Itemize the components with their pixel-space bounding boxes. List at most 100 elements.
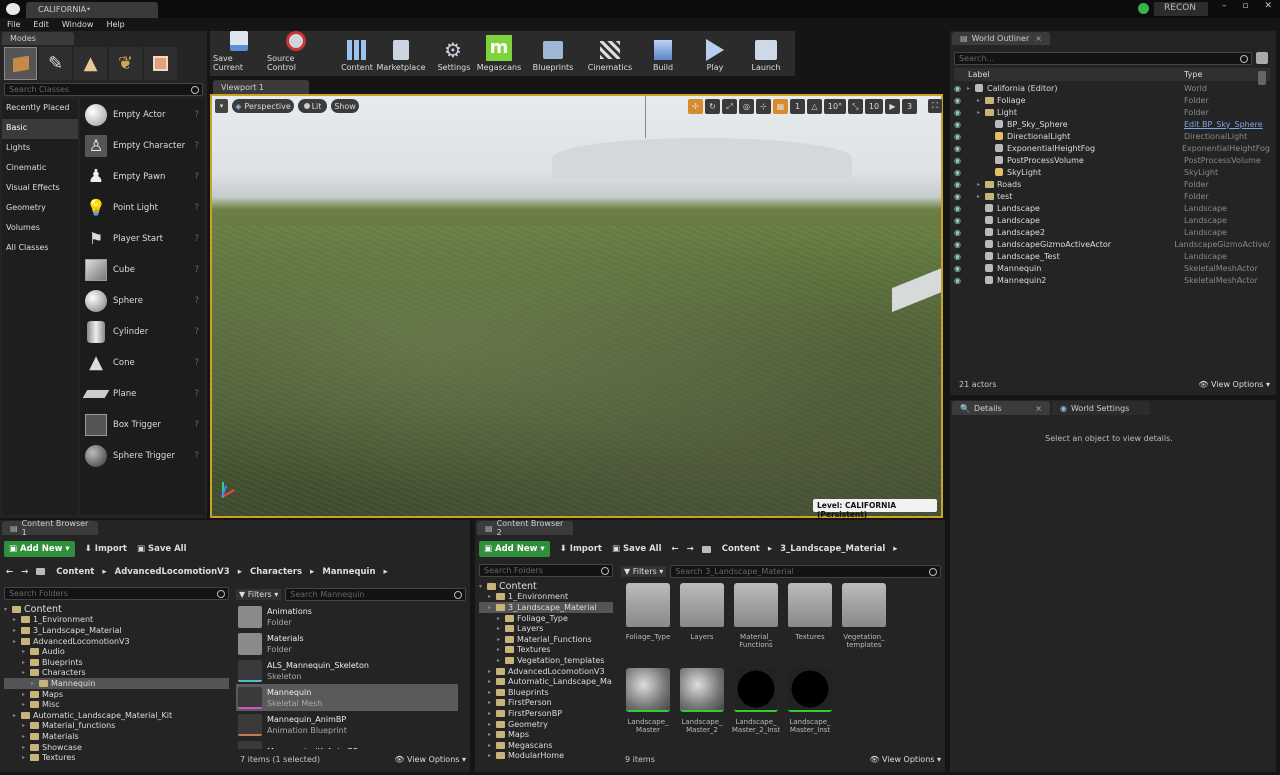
- path-segment[interactable]: AdvancedLocomotionV3: [115, 567, 230, 577]
- asset-tile[interactable]: Layers: [675, 581, 729, 666]
- paint-mode-icon[interactable]: ✎: [39, 47, 72, 80]
- asset-list-item[interactable]: ALS_Mannequin_Skeleton Skeleton: [236, 657, 458, 684]
- blueprints-button[interactable]: Blueprints: [529, 41, 577, 72]
- cb1-view-options[interactable]: 👁 View Options ▾: [394, 755, 466, 764]
- back-icon[interactable]: ←: [672, 544, 679, 554]
- folder-tree-item[interactable]: ▸ FirstPerson: [479, 698, 613, 709]
- expand-arrow-icon[interactable]: ▸: [13, 616, 21, 623]
- expand-arrow-icon[interactable]: ▸: [497, 657, 505, 664]
- content-button[interactable]: Content: [339, 40, 375, 72]
- asset-tile[interactable]: Textures: [783, 581, 837, 666]
- folder-tree-item[interactable]: ▾ Content: [479, 581, 613, 592]
- expand-arrow-icon[interactable]: ▸: [22, 669, 30, 676]
- save-all-button[interactable]: ▣ Save All: [612, 544, 662, 554]
- add-new-button[interactable]: ▣ Add New ▾: [4, 541, 75, 557]
- outliner-row[interactable]: ◉ DirectionalLight DirectionalLight: [954, 130, 1270, 142]
- menu-edit[interactable]: Edit: [33, 20, 49, 29]
- grid-size-value[interactable]: 1: [790, 99, 805, 114]
- marketplace-button[interactable]: Marketplace: [376, 40, 426, 72]
- place-item-player-start[interactable]: ⚑ Player Start?: [80, 223, 205, 254]
- category-visual-effects[interactable]: Visual Effects: [2, 179, 78, 199]
- visibility-eye-icon[interactable]: ◉: [954, 192, 963, 201]
- add-new-button[interactable]: ▣ Add New ▾: [479, 541, 550, 557]
- expand-arrow-icon[interactable]: ▸: [13, 627, 21, 634]
- visibility-eye-icon[interactable]: ◉: [954, 96, 963, 105]
- close-icon[interactable]: ✕: [1264, 1, 1272, 11]
- folder-tree-item[interactable]: ▸ Vegetation_templates: [479, 655, 613, 666]
- outliner-row[interactable]: ◉ Landscape Landscape: [954, 214, 1270, 226]
- expand-arrow-icon[interactable]: ▸: [497, 625, 505, 632]
- place-item-empty-character[interactable]: ♙ Empty Character?: [80, 130, 205, 161]
- build-button[interactable]: Build: [643, 40, 683, 72]
- scale-snap-value[interactable]: 10: [865, 99, 883, 114]
- help-icon[interactable]: ?: [194, 234, 199, 244]
- expand-arrow-icon[interactable]: ▸: [977, 109, 985, 116]
- outliner-row[interactable]: ◉ ▸ California (Editor) World: [954, 82, 1270, 94]
- help-icon[interactable]: ?: [194, 203, 199, 213]
- outliner-scrollbar[interactable]: [1258, 71, 1266, 85]
- help-icon[interactable]: ?: [194, 420, 199, 430]
- folder-tree-item[interactable]: ▸ Megascans: [479, 740, 613, 751]
- help-icon[interactable]: ?: [194, 389, 199, 399]
- world-settings-tab[interactable]: ◉ World Settings: [1052, 401, 1150, 415]
- visibility-eye-icon[interactable]: ◉: [954, 216, 963, 225]
- path-segment[interactable]: 3_Landscape_Material: [780, 544, 885, 554]
- expand-arrow-icon[interactable]: ▸: [22, 659, 30, 666]
- close-tab-icon[interactable]: ×: [1035, 34, 1042, 43]
- visibility-eye-icon[interactable]: ◉: [954, 264, 963, 273]
- cinematics-button[interactable]: Cinematics: [585, 41, 635, 72]
- outliner-row[interactable]: ◉ ExponentialHeightFog ExponentialHeightFo…: [954, 142, 1270, 154]
- launch-button[interactable]: Launch: [745, 40, 787, 72]
- folder-tree-item[interactable]: ▸ Audio: [4, 646, 229, 657]
- cb1-search-folders[interactable]: Search Folders: [4, 587, 229, 600]
- asset-tile[interactable]: Landscape_ Master_Inst: [783, 666, 837, 751]
- forward-icon[interactable]: →: [687, 544, 694, 554]
- foliage-mode-icon[interactable]: ❦: [109, 47, 142, 80]
- outliner-row[interactable]: ◉ ▸ Light Folder: [954, 106, 1270, 118]
- rotation-snap-value[interactable]: 10°: [824, 99, 846, 114]
- visibility-eye-icon[interactable]: ◉: [954, 180, 963, 189]
- category-all-classes[interactable]: All Classes: [2, 239, 78, 259]
- folder-tree-item[interactable]: ▸ FirstPersonBP: [479, 708, 613, 719]
- help-icon[interactable]: ?: [194, 327, 199, 337]
- expand-arrow-icon[interactable]: ▸: [13, 638, 21, 645]
- source-control-button[interactable]: Source Control: [267, 31, 325, 72]
- expand-arrow-icon[interactable]: ▾: [4, 606, 12, 613]
- expand-arrow-icon[interactable]: ▸: [497, 615, 505, 622]
- outliner-row[interactable]: ◉ PostProcessVolume PostProcessVolume: [954, 154, 1270, 166]
- outliner-row[interactable]: ◉ ▸ Foliage Folder: [954, 94, 1270, 106]
- expand-arrow-icon[interactable]: ▸: [22, 701, 30, 708]
- scale-icon[interactable]: ⤢: [722, 99, 737, 114]
- settings-button[interactable]: ⚙ Settings: [433, 40, 475, 72]
- import-button[interactable]: ⬇ Import: [560, 544, 602, 554]
- camera-speed-value[interactable]: 3: [902, 99, 917, 114]
- visibility-eye-icon[interactable]: ◉: [954, 84, 963, 93]
- expand-arrow-icon[interactable]: ▸: [22, 648, 30, 655]
- document-tab[interactable]: CALIFORNIA•: [26, 2, 158, 18]
- path-segment[interactable]: Characters: [250, 567, 302, 577]
- geometry-mode-icon[interactable]: [144, 47, 177, 80]
- folder-tree-item[interactable]: ▸ Misc: [4, 699, 229, 710]
- place-item-cylinder[interactable]: Cylinder?: [80, 316, 205, 347]
- outliner-type-cell[interactable]: Edit BP_Sky_Sphere: [1184, 120, 1263, 129]
- place-item-point-light[interactable]: 💡 Point Light?: [80, 192, 205, 223]
- grid-snap-icon[interactable]: ▦: [773, 99, 788, 114]
- folder-tree-item[interactable]: ▸ 1_Environment: [4, 615, 229, 626]
- asset-list-item[interactable]: Mannequin_IK_AnimBP: [236, 738, 458, 749]
- path-segment[interactable]: Content: [56, 567, 94, 577]
- asset-list-item[interactable]: Materials Folder: [236, 630, 458, 657]
- visibility-eye-icon[interactable]: ◉: [954, 156, 963, 165]
- folder-tree-item[interactable]: ▸ Textures: [4, 752, 229, 763]
- viewport-options-button[interactable]: ▾: [215, 99, 228, 113]
- category-basic[interactable]: Basic: [2, 119, 78, 139]
- expand-arrow-icon[interactable]: ▸: [967, 85, 975, 92]
- show-button[interactable]: Show: [331, 99, 359, 113]
- help-icon[interactable]: ?: [194, 358, 199, 368]
- path-segment[interactable]: Mannequin: [322, 567, 375, 577]
- expand-arrow-icon[interactable]: ▸: [488, 721, 496, 728]
- visibility-eye-icon[interactable]: ◉: [954, 252, 963, 261]
- folder-tree-item[interactable]: ▸ Textures: [479, 645, 613, 656]
- folder-tree-item[interactable]: ▸ Layers: [479, 623, 613, 634]
- outliner-row[interactable]: ◉ Landscape_Test Landscape: [954, 250, 1270, 262]
- world-icon[interactable]: ◎: [739, 99, 754, 114]
